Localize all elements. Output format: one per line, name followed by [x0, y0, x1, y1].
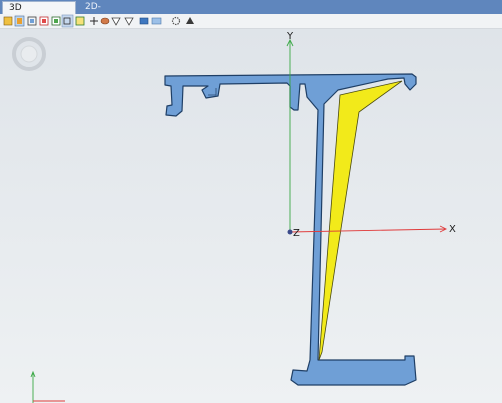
view-top-icon[interactable]	[14, 15, 25, 27]
export-icon[interactable]	[171, 16, 181, 26]
aluminum-profile	[164, 73, 417, 386]
scene-canvas[interactable]: Y X Z	[0, 29, 502, 403]
origin-marker	[287, 229, 293, 235]
3d-viewport[interactable]: Y X Z	[0, 29, 502, 403]
tab-2d-compare[interactable]: 2D-compare	[79, 1, 141, 25]
select-icon[interactable]	[51, 16, 61, 26]
mini-axis-indicator	[30, 370, 65, 403]
toolbar-icons	[3, 14, 194, 28]
gear-icon[interactable]	[186, 17, 194, 24]
reset-icon[interactable]	[124, 17, 134, 26]
move-icon[interactable]	[75, 16, 85, 26]
y-axis-label: Y	[286, 31, 294, 42]
z-axis-label: Z	[293, 228, 300, 239]
x-axis-label: X	[449, 224, 456, 235]
toolbar	[0, 14, 502, 29]
x-axis-line	[289, 228, 447, 233]
section-icon[interactable]	[111, 17, 121, 26]
zoom-window-icon[interactable]	[39, 16, 49, 26]
shade-icon[interactable]	[139, 17, 149, 25]
tab-bar: 3D comparison 2D-compare	[0, 0, 502, 26]
deviation-region	[318, 80, 403, 361]
lasso-icon[interactable]	[100, 17, 110, 25]
view-front-icon[interactable]	[3, 16, 13, 26]
coordinate-axes: Y X Z	[286, 31, 456, 239]
rotate-icon[interactable]	[90, 17, 98, 25]
tab-3d-comparison[interactable]: 3D comparison	[2, 1, 76, 26]
navigation-cube-icon[interactable]	[12, 37, 46, 71]
profile-shape	[164, 73, 417, 386]
fit-view-icon[interactable]	[27, 16, 37, 26]
measure-icon[interactable]	[61, 14, 74, 28]
settings-icon[interactable]	[151, 17, 162, 25]
